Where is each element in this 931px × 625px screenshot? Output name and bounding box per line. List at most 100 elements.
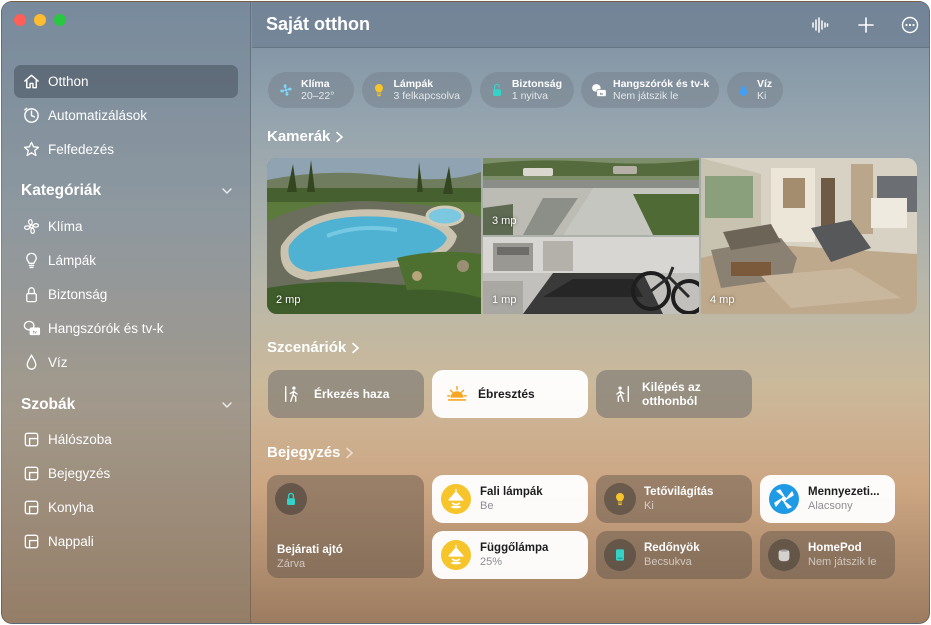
- add-button[interactable]: [855, 14, 877, 36]
- categories-section-header[interactable]: Kategóriák: [21, 180, 233, 202]
- zoom-window-button[interactable]: [54, 14, 66, 26]
- sidebar-item-water[interactable]: Víz: [14, 346, 238, 379]
- camera-timestamp: 4 mp: [710, 294, 735, 306]
- svg-text:tv: tv: [33, 329, 37, 334]
- close-window-button[interactable]: [14, 14, 26, 26]
- accessory-status: Alacsony: [808, 500, 853, 512]
- sidebar-item-label: Víz: [48, 355, 68, 370]
- accessory-front-door-lock[interactable]: Bejárati ajtó Zárva: [267, 475, 424, 578]
- status-pill-water[interactable]: Víz Ki: [727, 72, 783, 108]
- section-title: Bejegyzés: [267, 444, 341, 461]
- ellipsis-circle-icon: [901, 16, 919, 34]
- homepod-icon: [768, 539, 800, 571]
- chevron-right-icon: [352, 342, 360, 353]
- accessory-homepod[interactable]: HomePod Nem játszik le: [760, 531, 895, 579]
- lock-icon: [275, 483, 307, 515]
- bulb-icon: [371, 81, 387, 99]
- sidebar-item-room-living[interactable]: Nappali: [14, 525, 238, 558]
- scene-leave-home[interactable]: Kilépés az otthonból: [596, 370, 752, 418]
- scene-wake-up[interactable]: Ébresztés: [432, 370, 588, 418]
- chevron-down-icon: [222, 402, 232, 409]
- camera-feed-garage[interactable]: 1 mp: [483, 237, 699, 314]
- room-icon: [22, 430, 41, 449]
- chevron-right-icon: [336, 131, 344, 142]
- status-pill-lights[interactable]: Lámpák 3 felkapcsolva: [362, 72, 472, 108]
- drop-icon: [736, 81, 751, 99]
- accessory-name: Fali lámpák: [480, 486, 543, 498]
- status-pill-speakers-tvs[interactable]: tv Hangszórók és tv-k Nem játszik le: [581, 72, 719, 108]
- minimize-window-button[interactable]: [34, 14, 46, 26]
- pool-camera-image: [267, 158, 481, 314]
- accessory-status: Becsukva: [644, 556, 692, 568]
- pendant-lamp-icon: [440, 483, 472, 515]
- section-title: Kamerák: [267, 128, 331, 145]
- sidebar-item-label: Biztonság: [48, 287, 108, 302]
- entry-room-section-header[interactable]: Bejegyzés: [267, 444, 354, 461]
- pill-name: Biztonság: [511, 78, 562, 90]
- cameras-section-header[interactable]: Kamerák: [267, 128, 344, 145]
- toolbar: Saját otthon: [252, 2, 929, 48]
- scenes-section-header[interactable]: Szcenáriók: [267, 339, 360, 356]
- accessory-ceiling-lights[interactable]: Tetővilágítás Ki: [596, 475, 752, 523]
- camera-feed-pool[interactable]: 2 mp: [267, 158, 481, 314]
- sidebar-item-discover[interactable]: Felfedezés: [14, 133, 238, 166]
- window-controls: [14, 14, 66, 26]
- accessory-name: Redőnyök: [644, 542, 700, 554]
- sidebar-item-climate[interactable]: Klíma: [14, 210, 238, 243]
- speaker-tv-icon: tv: [590, 81, 607, 99]
- sidebar-item-label: Hangszórók és tv-k: [48, 321, 164, 336]
- pill-name: Hangszórók és tv-k: [613, 78, 710, 90]
- sidebar-item-speakers-tvs[interactable]: tv Hangszórók és tv-k: [14, 312, 238, 345]
- person-leave-icon: [610, 383, 632, 405]
- sidebar-item-room-kitchen[interactable]: Konyha: [14, 491, 238, 524]
- chevron-down-icon: [222, 188, 232, 195]
- sidebar-item-lights[interactable]: Lámpák: [14, 244, 238, 277]
- camera-feed-driveway[interactable]: 3 mp: [483, 158, 699, 235]
- room-icon: [22, 464, 41, 483]
- sidebar-item-automations[interactable]: Automatizálások: [14, 99, 238, 132]
- sidebar-item-label: Konyha: [48, 500, 94, 515]
- status-pill-security[interactable]: Biztonság 1 nyitva: [480, 72, 574, 108]
- accessory-wall-lamps[interactable]: Fali lámpák Be: [432, 475, 588, 523]
- scene-label: Érkezés haza: [314, 387, 390, 401]
- camera-feed-living-room[interactable]: 4 mp: [701, 158, 917, 314]
- accessory-status: 25%: [480, 556, 503, 568]
- fan-icon: [277, 81, 295, 99]
- section-title: Kategóriák: [21, 182, 102, 199]
- camera-timestamp: 1 mp: [492, 294, 517, 306]
- pill-status: 20–22°: [301, 90, 335, 102]
- sidebar-item-label: Klíma: [48, 219, 83, 234]
- sidebar-item-security[interactable]: Biztonság: [14, 278, 238, 311]
- chevron-right-icon: [346, 447, 354, 458]
- home-app-window: Otthon Automatizálások Felfedezés Kategó…: [1, 1, 930, 624]
- blinds-icon: [604, 539, 636, 571]
- pill-status: Ki: [757, 90, 767, 102]
- pill-status: 3 felkapcsolva: [393, 90, 460, 102]
- ceiling-fan-icon: [768, 483, 800, 515]
- camera-timestamp: 2 mp: [276, 294, 301, 306]
- accessory-blinds[interactable]: Redőnyök Becsukva: [596, 531, 752, 579]
- accessory-status: Nem játszik le: [808, 556, 877, 568]
- accessory-status: Ki: [644, 500, 654, 512]
- section-title: Szcenáriók: [267, 339, 347, 356]
- main-content: Saját otthon Klíma 20–22° Lámpák 3 felkapc…: [252, 2, 929, 623]
- sidebar: Otthon Automatizálások Felfedezés Kategó…: [2, 2, 251, 623]
- scene-label-line2: otthonból: [642, 394, 698, 408]
- accessory-name: HomePod: [808, 542, 862, 554]
- sidebar-item-label: Bejegyzés: [48, 466, 111, 481]
- scene-arrive-home[interactable]: Érkezés haza: [268, 370, 424, 418]
- sidebar-item-home[interactable]: Otthon: [14, 65, 238, 98]
- accessory-name: Bejárati ajtó: [277, 544, 343, 556]
- accessory-pendant-lamp[interactable]: Függőlámpa 25%: [432, 531, 588, 579]
- more-options-button[interactable]: [899, 14, 921, 36]
- rooms-section-header[interactable]: Szobák: [21, 394, 233, 416]
- sidebar-item-room-entry[interactable]: Bejegyzés: [14, 457, 238, 490]
- status-pill-climate[interactable]: Klíma 20–22°: [268, 72, 354, 108]
- drop-icon: [22, 353, 41, 372]
- room-icon: [22, 498, 41, 517]
- plus-icon: [858, 17, 874, 33]
- intercom-button[interactable]: [809, 14, 831, 36]
- fan-icon: [22, 217, 41, 236]
- sidebar-item-room-bedroom[interactable]: Hálószoba: [14, 423, 238, 456]
- accessory-ceiling-fan[interactable]: Mennyezeti... Alacsony: [760, 475, 895, 523]
